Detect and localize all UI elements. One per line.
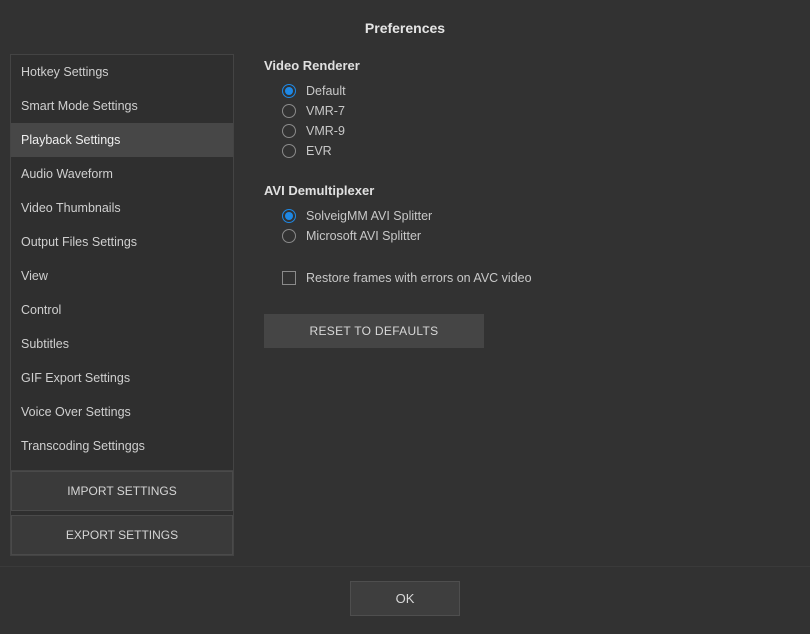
- sidebar-item-label: Hotkey Settings: [21, 65, 109, 79]
- ok-button[interactable]: OK: [350, 581, 460, 616]
- dialog-title: Preferences: [0, 0, 810, 54]
- radio-icon: [282, 124, 296, 138]
- sidebar-item-smart-mode-settings[interactable]: Smart Mode Settings: [11, 89, 233, 123]
- dialog-footer: OK: [0, 566, 810, 634]
- radio-icon: [282, 84, 296, 98]
- sidebar: Hotkey Settings Smart Mode Settings Play…: [10, 54, 234, 556]
- sidebar-buttons: IMPORT SETTINGS EXPORT SETTINGS: [11, 470, 233, 555]
- radio-label: SolveigMM AVI Splitter: [306, 209, 432, 223]
- radio-vmr7[interactable]: VMR-7: [264, 101, 800, 121]
- sidebar-item-audio-waveform[interactable]: Audio Waveform: [11, 157, 233, 191]
- sidebar-item-video-thumbnails[interactable]: Video Thumbnails: [11, 191, 233, 225]
- video-renderer-title: Video Renderer: [264, 58, 800, 73]
- avi-demux-title: AVI Demultiplexer: [264, 183, 800, 198]
- preferences-dialog: Preferences Hotkey Settings Smart Mode S…: [0, 0, 810, 634]
- sidebar-item-label: Control: [21, 303, 61, 317]
- radio-label: VMR-7: [306, 104, 345, 118]
- radio-vmr9[interactable]: VMR-9: [264, 121, 800, 141]
- radio-icon: [282, 229, 296, 243]
- import-settings-button[interactable]: IMPORT SETTINGS: [11, 471, 233, 511]
- radio-default[interactable]: Default: [264, 81, 800, 101]
- radio-label: Default: [306, 84, 346, 98]
- radio-solveigmm-splitter[interactable]: SolveigMM AVI Splitter: [264, 206, 800, 226]
- sidebar-item-label: GIF Export Settings: [21, 371, 130, 385]
- sidebar-item-hotkey-settings[interactable]: Hotkey Settings: [11, 55, 233, 89]
- sidebar-item-output-files-settings[interactable]: Output Files Settings: [11, 225, 233, 259]
- sidebar-item-subtitles[interactable]: Subtitles: [11, 327, 233, 361]
- checkbox-icon: [282, 271, 296, 285]
- sidebar-item-label: Output Files Settings: [21, 235, 137, 249]
- sidebar-item-transcoding-settings[interactable]: Transcoding Settinggs: [11, 429, 233, 463]
- dialog-body: Hotkey Settings Smart Mode Settings Play…: [0, 54, 810, 566]
- video-renderer-section: Video Renderer Default VMR-7 VMR-9 EVR: [264, 58, 800, 161]
- radio-icon: [282, 104, 296, 118]
- sidebar-item-label: Transcoding Settinggs: [21, 439, 145, 453]
- export-settings-button[interactable]: EXPORT SETTINGS: [11, 515, 233, 555]
- sidebar-item-control[interactable]: Control: [11, 293, 233, 327]
- radio-microsoft-splitter[interactable]: Microsoft AVI Splitter: [264, 226, 800, 246]
- sidebar-item-playback-settings[interactable]: Playback Settings: [11, 123, 233, 157]
- sidebar-item-label: Playback Settings: [21, 133, 120, 147]
- radio-evr[interactable]: EVR: [264, 141, 800, 161]
- radio-icon: [282, 144, 296, 158]
- sidebar-item-label: Subtitles: [21, 337, 69, 351]
- radio-icon: [282, 209, 296, 223]
- sidebar-item-label: Voice Over Settings: [21, 405, 131, 419]
- restore-frames-checkbox[interactable]: Restore frames with errors on AVC video: [264, 268, 800, 288]
- reset-defaults-button[interactable]: RESET TO DEFAULTS: [264, 314, 484, 348]
- sidebar-list: Hotkey Settings Smart Mode Settings Play…: [11, 55, 233, 470]
- sidebar-item-label: Audio Waveform: [21, 167, 113, 181]
- checkbox-label: Restore frames with errors on AVC video: [306, 271, 532, 285]
- sidebar-item-view[interactable]: View: [11, 259, 233, 293]
- avi-demux-section: AVI Demultiplexer SolveigMM AVI Splitter…: [264, 183, 800, 246]
- content-panel: Video Renderer Default VMR-7 VMR-9 EVR: [264, 54, 800, 556]
- radio-label: VMR-9: [306, 124, 345, 138]
- radio-label: EVR: [306, 144, 332, 158]
- sidebar-item-voice-over-settings[interactable]: Voice Over Settings: [11, 395, 233, 429]
- sidebar-item-label: Video Thumbnails: [21, 201, 121, 215]
- sidebar-item-gif-export-settings[interactable]: GIF Export Settings: [11, 361, 233, 395]
- radio-label: Microsoft AVI Splitter: [306, 229, 421, 243]
- sidebar-item-label: Smart Mode Settings: [21, 99, 138, 113]
- sidebar-item-label: View: [21, 269, 48, 283]
